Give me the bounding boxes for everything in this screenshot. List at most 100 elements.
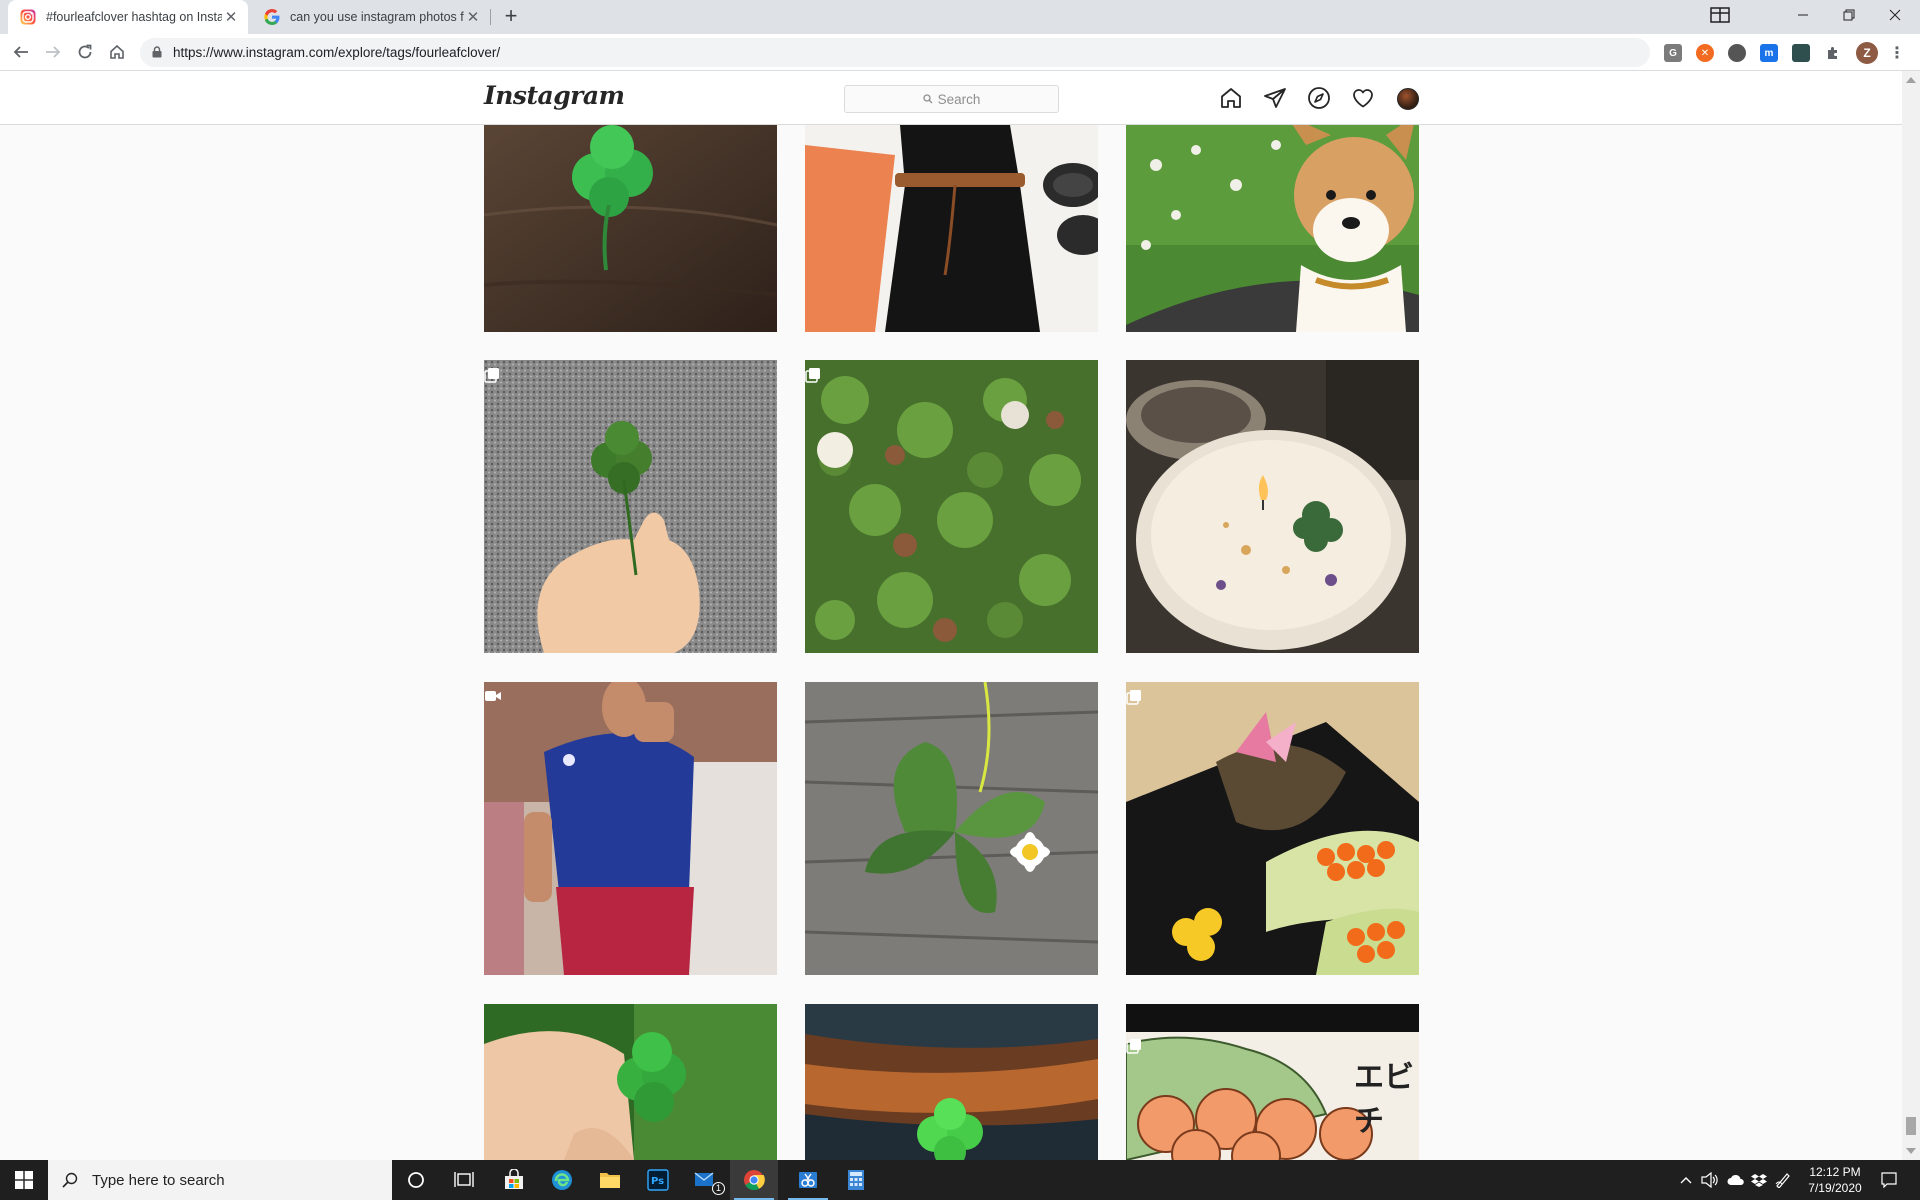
mail-button[interactable]: 1 [682, 1160, 730, 1200]
search-icon [62, 1172, 78, 1188]
grid-post-clover-and-daisy[interactable] [805, 682, 1098, 975]
illustration-text: エビチ [1354, 1060, 1414, 1139]
chrome-icon [744, 1170, 765, 1191]
grid-post-corgi-in-clover[interactable] [1126, 125, 1419, 332]
carousel-icon [1126, 690, 1141, 705]
close-tab-icon[interactable]: ✕ [464, 8, 482, 26]
edge-browser-button[interactable] [538, 1160, 586, 1200]
chrome-button[interactable] [730, 1160, 778, 1200]
grid-post-clover-candle[interactable] [1126, 360, 1419, 653]
tab-title: #fourleafclover hashtag on Instag [46, 10, 222, 24]
google-favicon [264, 9, 280, 25]
forward-button[interactable] [41, 40, 65, 64]
tab-search-icon[interactable] [1696, 0, 1744, 30]
carousel-icon [805, 368, 820, 383]
extension-book-icon[interactable] [1792, 44, 1810, 62]
profile-avatar[interactable] [1397, 88, 1419, 110]
forward-arrow-icon [46, 46, 61, 58]
browser-tabstrip: #fourleafclover hashtag on Instag ✕ can … [0, 0, 1920, 34]
minimize-icon[interactable] [1780, 0, 1826, 30]
grid-post-clover-patch[interactable] [805, 360, 1098, 653]
carousel-icon [484, 368, 499, 383]
search-placeholder: Search [937, 91, 981, 107]
carousel-icon [1126, 1039, 1141, 1054]
home-icon [110, 44, 124, 59]
folder-icon [600, 1173, 620, 1188]
tab-instagram[interactable]: #fourleafclover hashtag on Instag ✕ [8, 0, 248, 34]
action-center-icon[interactable] [1872, 1160, 1906, 1200]
extension-m-icon[interactable]: m [1760, 44, 1778, 62]
windows-logo-icon [15, 1171, 33, 1189]
tab-title: can you use instagram photos fo [290, 10, 464, 24]
photoshop-icon: Ps [647, 1169, 669, 1191]
home-button[interactable] [105, 40, 129, 64]
search-input[interactable]: Search [844, 85, 1059, 113]
tab-separator [490, 9, 491, 25]
tab-google[interactable]: can you use instagram photos fo ✕ [252, 0, 490, 34]
task-view-button[interactable] [440, 1160, 488, 1200]
extension-g-icon[interactable]: G [1664, 44, 1682, 62]
grid-post-man-blue-shirt[interactable] [484, 682, 777, 975]
reload-button[interactable] [73, 40, 97, 64]
photoshop-button[interactable]: Ps [634, 1160, 682, 1200]
browser-toolbar: https://www.instagram.com/explore/tags/f… [0, 34, 1920, 71]
volume-icon[interactable] [1698, 1160, 1722, 1200]
extension-orange-icon[interactable]: ✕ [1696, 44, 1714, 62]
url-text: https://www.instagram.com/explore/tags/f… [173, 45, 501, 60]
grid-post-clover-on-rusty-wood[interactable] [805, 1004, 1098, 1160]
dropbox-icon[interactable] [1748, 1160, 1770, 1200]
edge-icon [552, 1170, 572, 1190]
close-tab-icon[interactable]: ✕ [222, 8, 240, 26]
start-button[interactable] [0, 1160, 48, 1200]
explore-icon[interactable] [1307, 86, 1331, 110]
svg-text:Ps: Ps [651, 1176, 664, 1187]
extension-circle-icon[interactable] [1728, 44, 1746, 62]
microsoft-store-button[interactable] [490, 1160, 538, 1200]
taskbar-search-placeholder: Type here to search [92, 1171, 225, 1189]
cortana-circle-icon [408, 1172, 424, 1188]
mail-unread-badge: 1 [712, 1182, 725, 1195]
grid-post-sushi-plate[interactable] [1126, 682, 1419, 975]
store-bag-icon [505, 1169, 523, 1189]
grid-post-fingers-holding-clover[interactable] [484, 1004, 777, 1160]
address-bar[interactable]: https://www.instagram.com/explore/tags/f… [140, 38, 1650, 67]
grid-post-clover-on-wood[interactable] [484, 125, 777, 332]
lock-icon [152, 46, 162, 58]
scroll-down-icon[interactable] [1906, 1148, 1916, 1154]
file-explorer-button[interactable] [586, 1160, 634, 1200]
calculator-icon [848, 1170, 864, 1190]
scrollbar-thumb[interactable] [1906, 1117, 1916, 1135]
profile-avatar-icon[interactable]: Z [1856, 42, 1878, 64]
calculator-button[interactable] [832, 1160, 880, 1200]
scroll-up-icon[interactable] [1906, 77, 1916, 83]
snipping-icon [799, 1172, 817, 1188]
post-grid: エビチ [0, 125, 1902, 1160]
back-arrow-icon [13, 46, 28, 58]
instagram-favicon [20, 9, 36, 25]
menu-dots-icon[interactable]: ⋮ [1888, 44, 1906, 62]
cortana-button[interactable] [392, 1160, 440, 1200]
direct-message-icon[interactable] [1263, 86, 1287, 110]
grid-post-clover-in-hand[interactable] [484, 360, 777, 653]
back-button[interactable] [9, 40, 33, 64]
taskbar-search-box[interactable]: Type here to search [48, 1160, 392, 1200]
grid-post-shrimp-illustration[interactable]: エビチ [1126, 1004, 1419, 1160]
home-icon[interactable] [1219, 86, 1243, 110]
clock-date: 7/19/2020 [1808, 1181, 1862, 1195]
new-tab-button[interactable]: + [498, 4, 524, 30]
grid-post-black-dress-flatlay[interactable] [805, 125, 1098, 332]
page-scrollbar[interactable] [1902, 71, 1920, 1160]
onedrive-cloud-icon[interactable] [1724, 1160, 1748, 1200]
reload-icon [78, 44, 92, 59]
video-camera-icon [485, 691, 501, 701]
snipping-tool-button[interactable] [784, 1160, 832, 1200]
activity-heart-icon[interactable] [1351, 86, 1375, 110]
close-window-icon[interactable] [1872, 0, 1918, 30]
system-clock[interactable]: 12:12 PM 7/19/2020 [1800, 1164, 1870, 1196]
pen-workspace-icon[interactable] [1772, 1160, 1794, 1200]
instagram-logo[interactable]: Instagram [484, 81, 625, 110]
search-icon [922, 94, 933, 104]
extensions-puzzle-icon[interactable] [1824, 44, 1842, 62]
restore-icon[interactable] [1826, 0, 1872, 30]
show-hidden-icons-chevron-icon[interactable] [1676, 1160, 1696, 1200]
